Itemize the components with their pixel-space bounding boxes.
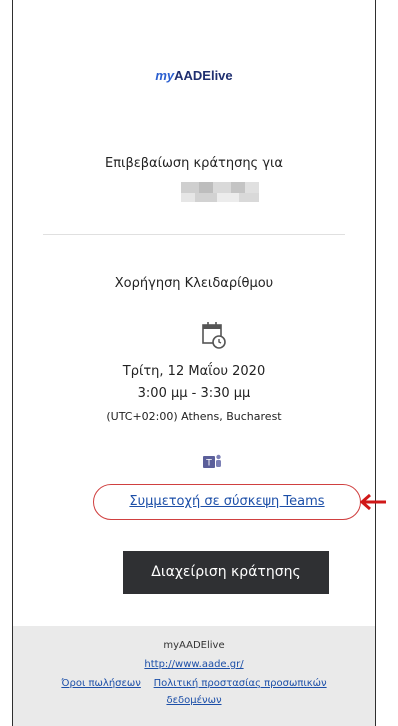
manage-booking-button[interactable]: Διαχείριση κράτησης <box>123 551 329 594</box>
confirmation-label: Επιβεβαίωση κράτησης για <box>105 156 283 171</box>
join-teams-highlight: Συμμετοχή σε σύσκεψη Teams <box>93 484 361 520</box>
footer: myAADElive http://www.aade.gr/ Όροι πωλή… <box>13 626 375 726</box>
brand-logo: myAADElive <box>13 68 375 83</box>
redacted-name-lower <box>181 193 259 202</box>
calendar-clock-icon <box>202 322 226 349</box>
footer-terms-link[interactable]: Όροι πωλήσεων <box>61 678 141 689</box>
booking-email-card: myAADElive Επιβεβαίωση κράτησης για Χορή… <box>12 0 376 726</box>
teams-icon: T <box>203 454 221 469</box>
footer-org: myAADElive <box>163 640 225 651</box>
meeting-date: Τρίτη, 12 Μαΐου 2020 <box>122 364 266 379</box>
meeting-time: 3:00 μμ - 3:30 μμ <box>137 386 251 401</box>
footer-website-link[interactable]: http://www.aade.gr/ <box>144 659 243 670</box>
divider <box>43 234 345 235</box>
service-name: Χορήγηση Κλειδαρίθμου <box>114 276 274 291</box>
join-teams-link[interactable]: Συμμετοχή σε σύσκεψη Teams <box>94 494 360 509</box>
footer-privacy-link-cont[interactable]: δεδομένων <box>166 695 221 706</box>
footer-privacy-link[interactable]: Πολιτική προστασίας προσωπικών <box>154 678 327 689</box>
brand-prefix: my <box>155 68 175 83</box>
meeting-timezone: (UTC+02:00) Athens, Bucharest <box>106 410 282 423</box>
arrow-left-icon <box>359 493 386 511</box>
brand-name: AADElive <box>174 68 233 83</box>
svg-text:T: T <box>205 459 212 469</box>
